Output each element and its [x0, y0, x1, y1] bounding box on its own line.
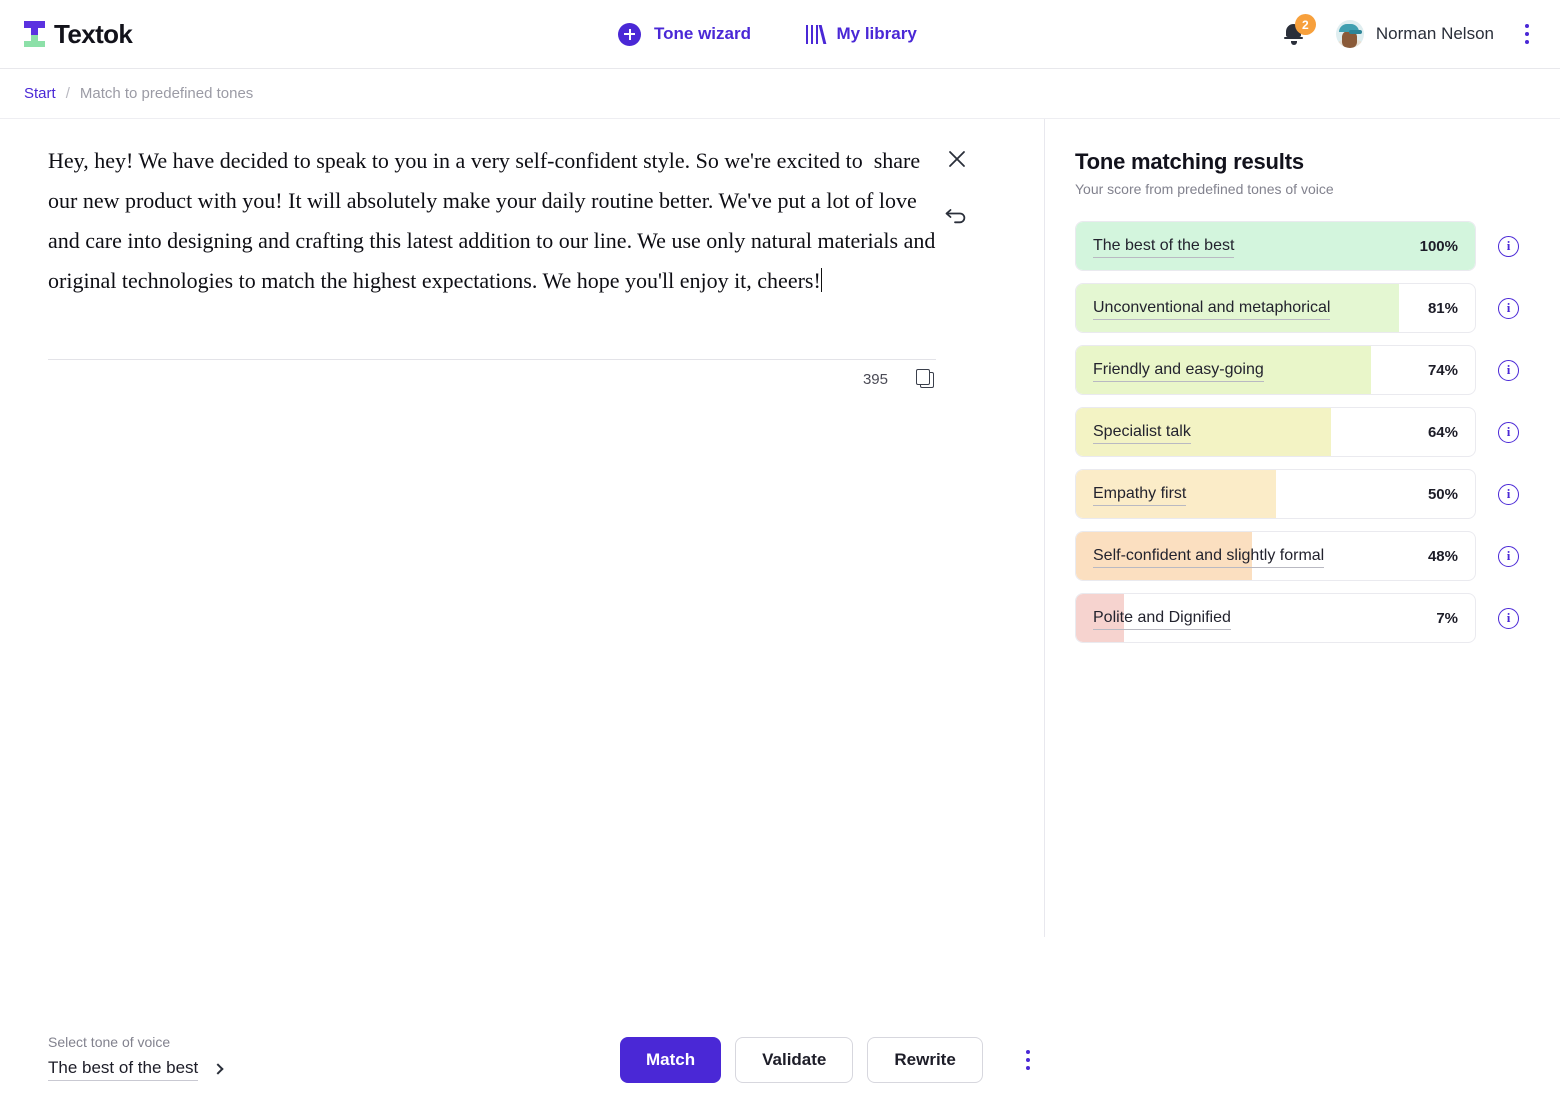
tone-selector-value: The best of the best — [48, 1056, 199, 1081]
tone-result-label: Specialist talk — [1093, 421, 1191, 444]
tone-result-row: The best of the best 100% i — [1075, 221, 1560, 271]
text-caret — [820, 268, 823, 292]
breadcrumb: Start / Match to predefined tones — [0, 69, 1560, 119]
info-icon[interactable]: i — [1498, 545, 1519, 567]
breadcrumb-current: Match to predefined tones — [79, 85, 254, 102]
app-header: Textok Tone wizard My library 2 Norman N… — [0, 0, 1560, 69]
tone-result-percent: 64% — [1427, 423, 1458, 441]
tone-result-percent: 100% — [1419, 237, 1458, 255]
tone-of-voice-selector: Select tone of voice The best of the bes… — [48, 1034, 224, 1081]
footer-kebab-menu-icon[interactable] — [1017, 1046, 1039, 1074]
breadcrumb-separator: / — [65, 85, 70, 102]
validate-button[interactable]: Validate — [735, 1037, 854, 1083]
tone-result-label: The best of the best — [1093, 235, 1235, 258]
avatar[interactable] — [1335, 20, 1364, 48]
editor-text-content: Hey, hey! We have decided to speak to yo… — [48, 148, 941, 293]
info-icon[interactable]: i — [1498, 421, 1519, 443]
tone-result-bar[interactable]: The best of the best 100% — [1075, 221, 1476, 271]
undo-icon[interactable] — [942, 198, 972, 228]
tone-result-label: Friendly and easy-going — [1093, 359, 1264, 382]
tone-result-bar[interactable]: Friendly and easy-going 74% — [1075, 345, 1476, 395]
results-pane: Tone matching results Your score from pr… — [1044, 119, 1560, 1008]
nav-my-library[interactable]: My library — [805, 24, 917, 44]
textok-logo-icon — [24, 21, 45, 47]
results-list: The best of the best 100% i Unconventional … — [1075, 221, 1560, 643]
tone-result-row: Unconventional and metaphorical 81% i — [1075, 283, 1560, 333]
editor-footer: 395 — [48, 369, 936, 389]
tone-result-row: Specialist talk 64% i — [1075, 407, 1560, 457]
header-right-cluster: 2 Norman Nelson — [1280, 14, 1538, 50]
results-title: Tone matching results — [1075, 149, 1304, 174]
info-icon[interactable]: i — [1498, 297, 1519, 319]
tone-selector-value-row[interactable]: The best of the best — [48, 1056, 224, 1081]
tone-result-percent: 50% — [1427, 485, 1458, 503]
info-icon[interactable]: i — [1498, 235, 1519, 257]
notifications-button[interactable]: 2 — [1280, 14, 1316, 50]
tone-result-percent: 48% — [1427, 547, 1458, 565]
tone-result-percent: 74% — [1427, 361, 1458, 379]
header-kebab-menu-icon[interactable] — [1516, 21, 1538, 47]
nav-tone-wizard[interactable]: Tone wizard — [618, 22, 751, 46]
info-icon[interactable]: i — [1498, 359, 1519, 381]
header-nav: Tone wizard My library — [618, 22, 917, 46]
info-icon[interactable]: i — [1498, 483, 1519, 505]
editor-pane: Hey, hey! We have decided to speak to yo… — [0, 119, 1044, 1008]
tone-result-bar[interactable]: Polite and Dignified 7% — [1075, 593, 1476, 643]
breadcrumb-start-link[interactable]: Start — [24, 85, 56, 102]
tone-result-row: Polite and Dignified 7% i — [1075, 593, 1560, 643]
results-subtitle: Your score from predefined tones of voic… — [1075, 181, 1334, 197]
tone-result-label: Unconventional and metaphorical — [1093, 297, 1331, 320]
tone-result-bar[interactable]: Empathy first 50% — [1075, 469, 1476, 519]
editor-tools — [942, 144, 972, 228]
app-footer: Select tone of voice The best of the bes… — [0, 1008, 1560, 1110]
tone-result-row: Self-confident and slightly formal 48% i — [1075, 531, 1560, 581]
copy-icon[interactable] — [916, 369, 936, 389]
tone-result-percent: 81% — [1427, 299, 1458, 317]
tone-result-label: Polite and Dignified — [1093, 607, 1231, 630]
match-button[interactable]: Match — [620, 1037, 722, 1083]
main-content: Hey, hey! We have decided to speak to yo… — [0, 119, 1560, 1008]
editor-divider — [48, 359, 936, 360]
chevron-right-icon — [212, 1062, 224, 1075]
char-count: 395 — [862, 370, 888, 388]
user-name[interactable]: Norman Nelson — [1376, 24, 1494, 44]
library-books-icon — [805, 24, 826, 44]
rewrite-button[interactable]: Rewrite — [867, 1037, 983, 1083]
plus-circle-icon — [618, 22, 641, 46]
tone-result-percent: 7% — [1436, 609, 1458, 627]
tone-selector-label: Select tone of voice — [48, 1034, 171, 1050]
info-icon[interactable]: i — [1498, 607, 1519, 629]
text-editor[interactable]: Hey, hey! We have decided to speak to yo… — [48, 141, 938, 301]
tone-result-label: Self-confident and slightly formal — [1093, 545, 1325, 568]
tone-result-row: Empathy first 50% i — [1075, 469, 1560, 519]
nav-my-library-label: My library — [836, 24, 917, 43]
brand-name: Textok — [54, 18, 133, 49]
action-buttons: Match Validate Rewrite — [620, 1037, 1039, 1083]
tone-result-bar[interactable]: Unconventional and metaphorical 81% — [1075, 283, 1476, 333]
tone-result-label: Empathy first — [1093, 483, 1187, 506]
pane-divider — [1044, 119, 1045, 937]
tone-result-row: Friendly and easy-going 74% i — [1075, 345, 1560, 395]
tone-result-bar[interactable]: Specialist talk 64% — [1075, 407, 1476, 457]
tone-result-bar[interactable]: Self-confident and slightly formal 48% — [1075, 531, 1476, 581]
close-icon[interactable] — [942, 144, 972, 174]
notification-badge: 2 — [1294, 14, 1316, 35]
nav-tone-wizard-label: Tone wizard — [654, 24, 751, 43]
brand-logo[interactable]: Textok — [24, 18, 133, 50]
